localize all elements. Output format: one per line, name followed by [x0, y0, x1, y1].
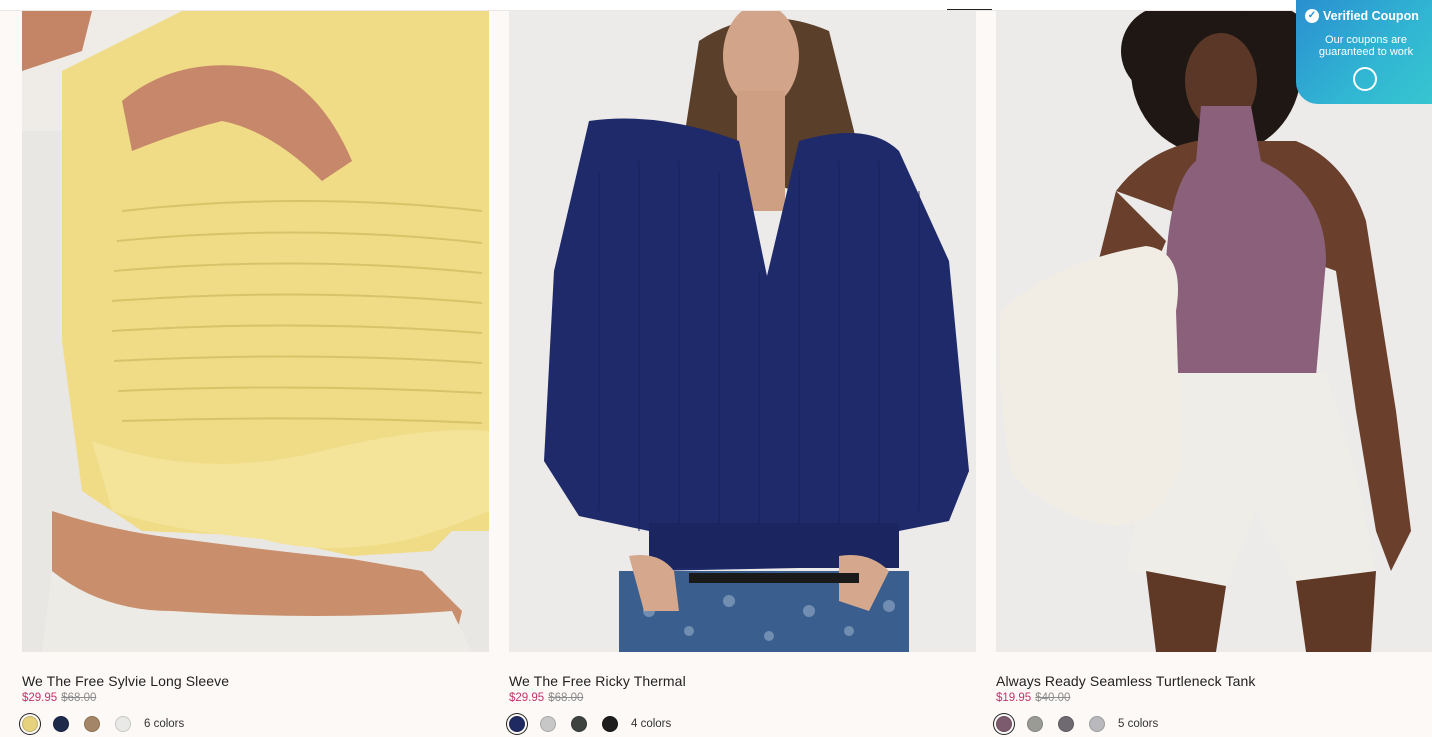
- check-icon: ✓: [1305, 9, 1319, 23]
- product-title[interactable]: We The Free Sylvie Long Sleeve: [22, 673, 229, 689]
- color-swatch[interactable]: [996, 716, 1012, 732]
- coupon-subtitle: Our coupons are guaranteed to work: [1318, 34, 1414, 58]
- coupon-header: ✓ Verified Coupon: [1305, 9, 1419, 23]
- color-swatch[interactable]: [1027, 716, 1043, 732]
- coupon-logo-icon[interactable]: [1353, 67, 1377, 91]
- color-swatch[interactable]: [1089, 716, 1105, 732]
- sale-price: $29.95: [22, 692, 58, 704]
- product-title[interactable]: We The Free Ricky Thermal: [509, 673, 686, 689]
- color-swatches: 4 colors: [509, 711, 671, 737]
- active-nav-indicator: [947, 9, 992, 10]
- color-swatch[interactable]: [602, 716, 618, 732]
- sale-price: $19.95: [996, 692, 1032, 704]
- product-image[interactable]: [22, 11, 489, 652]
- color-swatch[interactable]: [540, 716, 556, 732]
- verified-coupon-widget[interactable]: ✓ Verified Coupon Our coupons are guaran…: [1296, 0, 1432, 104]
- product-card[interactable]: We The Free Ricky Thermal $29.95 $68.00 4…: [509, 11, 976, 732]
- color-swatch[interactable]: [84, 716, 100, 732]
- top-navigation-bar: [0, 0, 1432, 11]
- colors-count[interactable]: 4 colors: [631, 718, 671, 730]
- original-price: $40.00: [1035, 692, 1071, 704]
- product-price: $29.95 $68.00: [22, 692, 96, 704]
- product-card[interactable]: We The Free Sylvie Long Sleeve $29.95 $68…: [22, 11, 489, 732]
- coupon-title: Verified Coupon: [1323, 9, 1419, 23]
- product-price: $29.95 $68.00: [509, 692, 583, 704]
- color-swatch[interactable]: [1058, 716, 1074, 732]
- product-image[interactable]: [509, 11, 976, 652]
- color-swatches: 5 colors: [996, 711, 1158, 737]
- product-image[interactable]: [996, 11, 1432, 652]
- product-title[interactable]: Always Ready Seamless Turtleneck Tank: [996, 673, 1255, 689]
- color-swatch[interactable]: [22, 716, 38, 732]
- color-swatch[interactable]: [509, 716, 525, 732]
- original-price: $68.00: [61, 692, 97, 704]
- colors-count[interactable]: 6 colors: [144, 718, 184, 730]
- original-price: $68.00: [548, 692, 584, 704]
- product-card[interactable]: Always Ready Seamless Turtleneck Tank $1…: [996, 11, 1432, 732]
- color-swatch[interactable]: [53, 716, 69, 732]
- product-price: $19.95 $40.00: [996, 692, 1070, 704]
- color-swatch[interactable]: [571, 716, 587, 732]
- colors-count[interactable]: 5 colors: [1118, 718, 1158, 730]
- sale-price: $29.95: [509, 692, 545, 704]
- color-swatches: 6 colors: [22, 711, 184, 737]
- color-swatch[interactable]: [115, 716, 131, 732]
